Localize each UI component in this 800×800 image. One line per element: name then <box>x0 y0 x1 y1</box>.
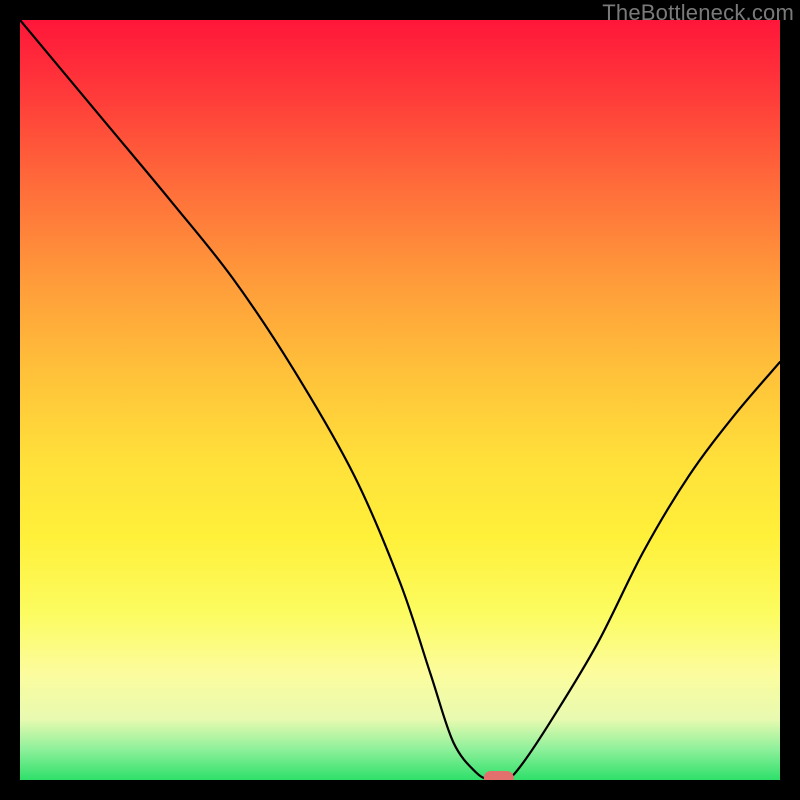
watermark-text: TheBottleneck.com <box>602 0 794 26</box>
chart-frame: TheBottleneck.com <box>0 0 800 800</box>
plot-area <box>20 20 780 780</box>
chart-svg <box>20 20 780 780</box>
optimal-marker <box>484 771 514 780</box>
bottleneck-curve <box>20 20 780 780</box>
